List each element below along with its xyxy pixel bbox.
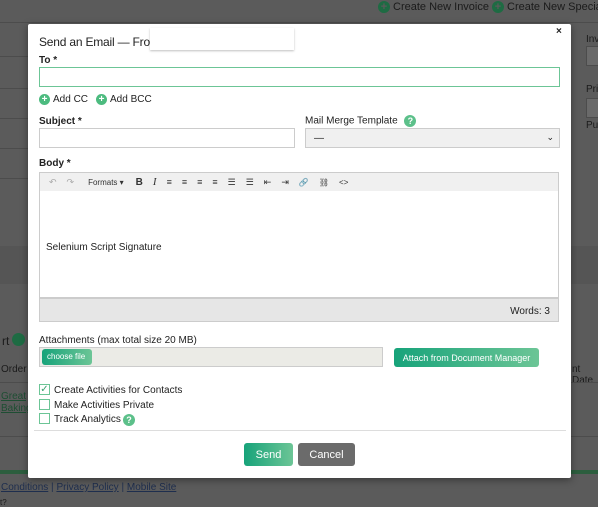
unlink-icon[interactable]: ⛓ [314, 178, 334, 187]
send-button[interactable]: Send [244, 443, 293, 466]
plus-icon: + [492, 1, 504, 14]
add-cc-button[interactable]: + Add CC [39, 94, 88, 105]
align-left-icon[interactable]: ≡ [162, 177, 177, 187]
bg-text: Order [1, 364, 27, 375]
bullet-list-icon[interactable]: ☰ [223, 177, 241, 188]
numbered-list-icon[interactable]: ☰ [241, 177, 259, 188]
body-label: Body * [39, 158, 71, 169]
plus-circle-icon: + [39, 94, 50, 105]
subject-label: Subject * [39, 116, 82, 127]
bold-icon[interactable]: B [131, 177, 148, 188]
modal-title: Send an Email — From [39, 35, 160, 49]
track-analytics-checkbox[interactable] [39, 413, 50, 424]
create-invoice-link[interactable]: + Create New Invoice [378, 1, 489, 14]
footer-link-privacy[interactable]: Privacy Policy [56, 482, 118, 493]
body-editor[interactable]: Selenium Script Signature [39, 191, 559, 298]
create-special-label: Create New Special [507, 1, 598, 13]
from-address-field[interactable] [150, 28, 294, 50]
formats-dropdown[interactable]: Formats ▾ [83, 178, 129, 187]
divider [34, 430, 566, 431]
bg-label: Pri [586, 84, 598, 95]
choose-file-button[interactable]: choose file [42, 349, 92, 365]
sep: | [51, 482, 54, 493]
help-icon[interactable]: ? [404, 115, 417, 127]
editor-statusbar: Words: 3 [39, 298, 559, 322]
create-special-link[interactable]: + Create New Special [492, 1, 598, 14]
bg-text: rt [2, 334, 10, 348]
plus-icon: + [378, 1, 390, 14]
chevron-down-icon: ⌄ [546, 132, 554, 142]
close-icon[interactable]: × [556, 26, 562, 37]
add-bcc-label: Add BCC [110, 94, 152, 106]
attach-document-manager-button[interactable]: Attach from Document Manager [394, 348, 539, 367]
create-activities-label: Create Activities for Contacts [54, 385, 183, 396]
undo-icon[interactable]: ↶ [44, 177, 62, 188]
redo-icon[interactable]: ↷ [62, 177, 80, 188]
cancel-button[interactable]: Cancel [298, 443, 355, 466]
help-icon[interactable]: ? [123, 414, 135, 426]
bg-link[interactable]: Baking [1, 403, 32, 414]
plus-circle-icon: + [96, 94, 107, 105]
make-private-checkbox[interactable] [39, 399, 50, 410]
italic-icon[interactable]: I [148, 176, 162, 188]
footer-link-mobile[interactable]: Mobile Site [127, 482, 176, 493]
create-invoice-label: Create New Invoice [393, 1, 489, 13]
add-cc-label: Add CC [53, 94, 89, 106]
subject-input[interactable] [39, 128, 295, 148]
template-select[interactable]: — ⌄ [305, 128, 560, 148]
bg-label: Inv [586, 34, 598, 45]
align-center-icon[interactable]: ≡ [177, 177, 192, 187]
track-analytics-label: Track Analytics [54, 414, 121, 425]
template-label: Mail Merge Template [305, 115, 398, 127]
template-label-row: Mail Merge Template ? [305, 115, 417, 127]
bg-text: t? [0, 498, 7, 507]
to-input[interactable] [39, 67, 560, 87]
align-right-icon[interactable]: ≡ [192, 177, 207, 187]
bg-link[interactable]: Great [1, 391, 26, 402]
template-value: — [314, 133, 324, 144]
bg-label: Pu [586, 120, 598, 131]
outdent-icon[interactable]: ⇤ [259, 177, 277, 188]
code-icon[interactable]: <> [334, 178, 353, 187]
sep: | [121, 482, 125, 493]
indent-icon[interactable]: ⇥ [276, 177, 294, 188]
link-icon[interactable]: 🔗 [294, 178, 314, 187]
file-input[interactable]: choose file [39, 347, 383, 367]
footer-link-terms[interactable]: Conditions [1, 482, 48, 493]
word-count: Words: 3 [510, 306, 550, 317]
justify-icon[interactable]: ≡ [207, 177, 222, 187]
signature-text: Selenium Script Signature [46, 242, 162, 253]
add-bcc-button[interactable]: + Add BCC [96, 94, 152, 105]
footer-links: Conditions | Privacy Policy | Mobile Sit… [1, 482, 176, 493]
editor-toolbar: ↶ ↷ Formats ▾ B I ≡ ≡ ≡ ≡ ☰ ☰ ⇤ ⇥ 🔗 ⛓ <> [39, 172, 559, 192]
create-activities-checkbox[interactable]: ✓ [39, 384, 50, 395]
attachments-label: Attachments (max total size 20 MB) [39, 335, 197, 346]
send-email-modal: Send an Email — From × To * + Add CC + Add… [28, 24, 571, 478]
to-label: To * [39, 55, 58, 66]
make-private-label: Make Activities Private [54, 400, 155, 411]
